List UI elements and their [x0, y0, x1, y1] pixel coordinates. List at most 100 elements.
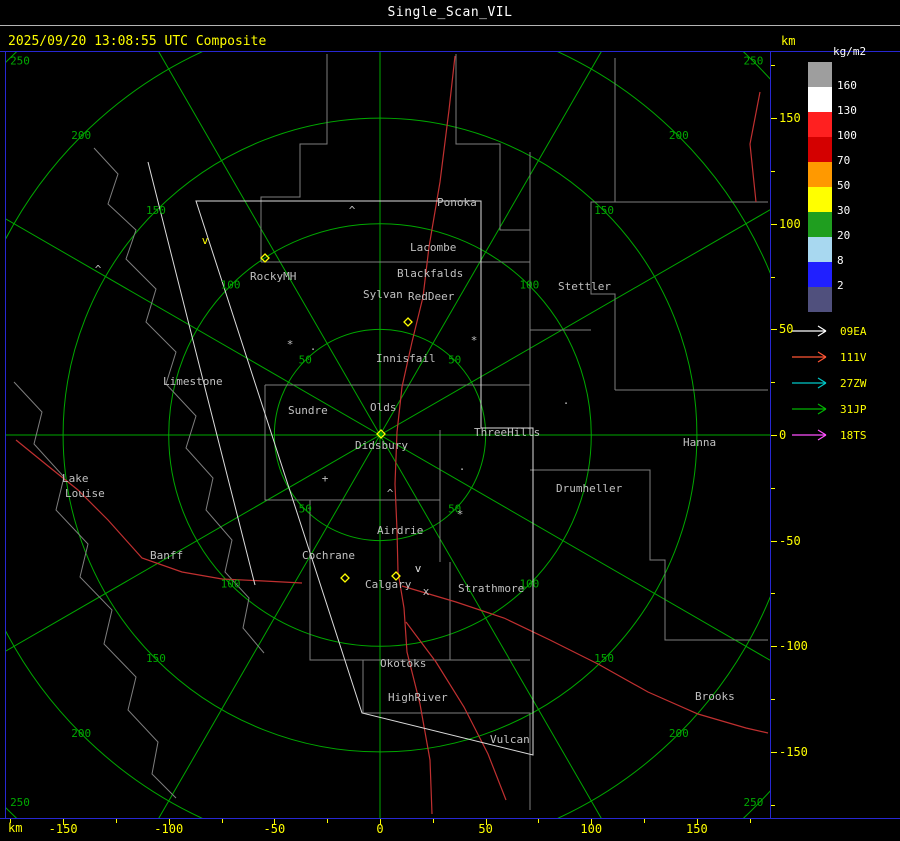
colorbar-threshold-label: 50 — [837, 179, 851, 192]
point-marker: ^ — [95, 263, 102, 276]
range-ring-label: 50 — [448, 353, 461, 366]
county-boundary — [309, 500, 364, 713]
range-ring-label: 150 — [146, 204, 166, 217]
range-ring-label: 150 — [594, 652, 614, 665]
x-axis-tick — [433, 819, 434, 823]
city-label: Limestone — [163, 375, 223, 388]
city-label: Sylvan — [363, 288, 403, 301]
window-title: Single_Scan_VIL — [387, 5, 513, 20]
radar-site-id: 27ZW — [840, 376, 867, 390]
point-marker: . — [563, 394, 570, 407]
y-axis-tick — [771, 118, 777, 119]
x-axis-tick — [222, 819, 223, 823]
city-label: Okotoks — [380, 657, 426, 670]
radar-arrow-icon — [792, 403, 827, 415]
radar-map-canvas: 50 5050 50100 100100 100150 150150 150200 20020… — [6, 52, 770, 818]
x-axis-tick — [750, 819, 751, 823]
colorbar-level — [808, 287, 832, 312]
colorbar-level — [808, 262, 832, 287]
county-boundary — [260, 54, 328, 262]
county-boundary — [13, 381, 177, 799]
range-ring-label: 100 — [519, 279, 539, 292]
y-axis-tick — [771, 435, 777, 436]
colorbar-threshold-label: 130 — [837, 104, 857, 117]
y-axis-tick — [771, 329, 777, 330]
x-axis-tick — [380, 819, 381, 825]
x-axis-tick — [116, 819, 117, 823]
y-axis-tick — [771, 277, 775, 278]
x-axis-tick — [169, 819, 170, 825]
point-marker: * — [457, 508, 464, 521]
city-label: Banff — [150, 549, 183, 562]
x-axis-tick — [538, 819, 539, 823]
x-axis-tick — [591, 819, 592, 825]
colorbar-threshold-label: 160 — [837, 79, 857, 92]
city-label: Stettler — [558, 280, 611, 293]
y-axis-tick-label: 100 — [779, 216, 801, 231]
city-label: Didsbury — [355, 439, 408, 452]
y-axis-tick — [771, 805, 775, 806]
radar-arrow-icon — [792, 377, 827, 389]
range-ring-label: 200 — [669, 727, 689, 740]
city-label: Louise — [65, 487, 105, 500]
scan-area-outline — [147, 161, 256, 586]
radar-site-id: 31JP — [840, 402, 867, 416]
county-boundary — [530, 469, 768, 641]
city-label: Sundre — [288, 404, 328, 417]
city-label: Olds — [370, 401, 397, 414]
colorbar-threshold-label: 8 — [837, 254, 844, 267]
county-boundary — [363, 712, 531, 810]
range-ring-label: 250 — [10, 796, 30, 809]
radar-site-row: 27ZW — [790, 370, 867, 396]
range-ring-label: 50 — [299, 503, 312, 516]
colorbar-threshold-label: 20 — [837, 229, 851, 242]
y-axis-tick — [771, 65, 775, 66]
colorbar-level — [808, 212, 832, 237]
city-label: Strathmore — [458, 582, 524, 595]
x-axis-tick — [644, 819, 645, 823]
scan-area-outline — [195, 200, 534, 756]
city-label: RockyMH — [250, 270, 296, 283]
radar-site-id: 18TS — [840, 428, 867, 442]
city-label: Calgary — [365, 578, 412, 591]
radar-site-id: 111V — [840, 350, 867, 364]
radar-arrow-icon — [792, 325, 827, 337]
radar-site-row: 09EA — [790, 318, 867, 344]
x-axis-unit-label: km — [8, 821, 23, 835]
colorbar-level — [808, 237, 832, 262]
x-axis-tick — [486, 819, 487, 825]
colorbar — [808, 62, 832, 312]
radar-site-id: 09EA — [840, 324, 867, 338]
point-marker: x — [423, 585, 430, 598]
city-label: Blackfalds — [397, 267, 463, 280]
colorbar-level — [808, 87, 832, 112]
y-axis-tick-label: 50 — [779, 322, 794, 337]
city-label: Innisfail — [376, 352, 436, 365]
colorbar-level — [808, 112, 832, 137]
range-ring-label: 50 — [299, 353, 312, 366]
colorbar-level — [808, 137, 832, 162]
point-marker: * — [471, 334, 478, 347]
range-ring-label: 150 — [594, 204, 614, 217]
colorbar-threshold-label: 30 — [837, 204, 851, 217]
x-axis-tick — [274, 819, 275, 825]
city-label: Vulcan — [490, 733, 530, 746]
point-marker: v — [202, 234, 209, 247]
y-axis-tick-label: 0 — [779, 428, 787, 442]
timestamp-label: 2025/09/20 13:08:55 UTC Composite — [8, 34, 267, 49]
point-marker: . — [459, 460, 466, 473]
colorbar-level — [808, 162, 832, 187]
y-axis-unit-label: km — [781, 34, 796, 48]
city-label: Lacombe — [410, 241, 456, 254]
point-marker: + — [322, 472, 329, 485]
y-axis-tick-label: 150 — [779, 111, 801, 126]
range-ring-label: 100 — [221, 577, 241, 590]
y-axis-tick — [771, 224, 777, 225]
y-axis-tick-label: -100 — [779, 639, 808, 654]
city-label: HighRiver — [388, 691, 448, 704]
radar-site-legend: 09EA 111V 27ZW 31JP 18TS — [790, 318, 867, 448]
city-label: Brooks — [695, 690, 735, 703]
colorbar-threshold-label: 2 — [837, 279, 844, 292]
city-label: Cochrane — [302, 549, 355, 562]
range-ring-label: 250 — [744, 796, 764, 809]
